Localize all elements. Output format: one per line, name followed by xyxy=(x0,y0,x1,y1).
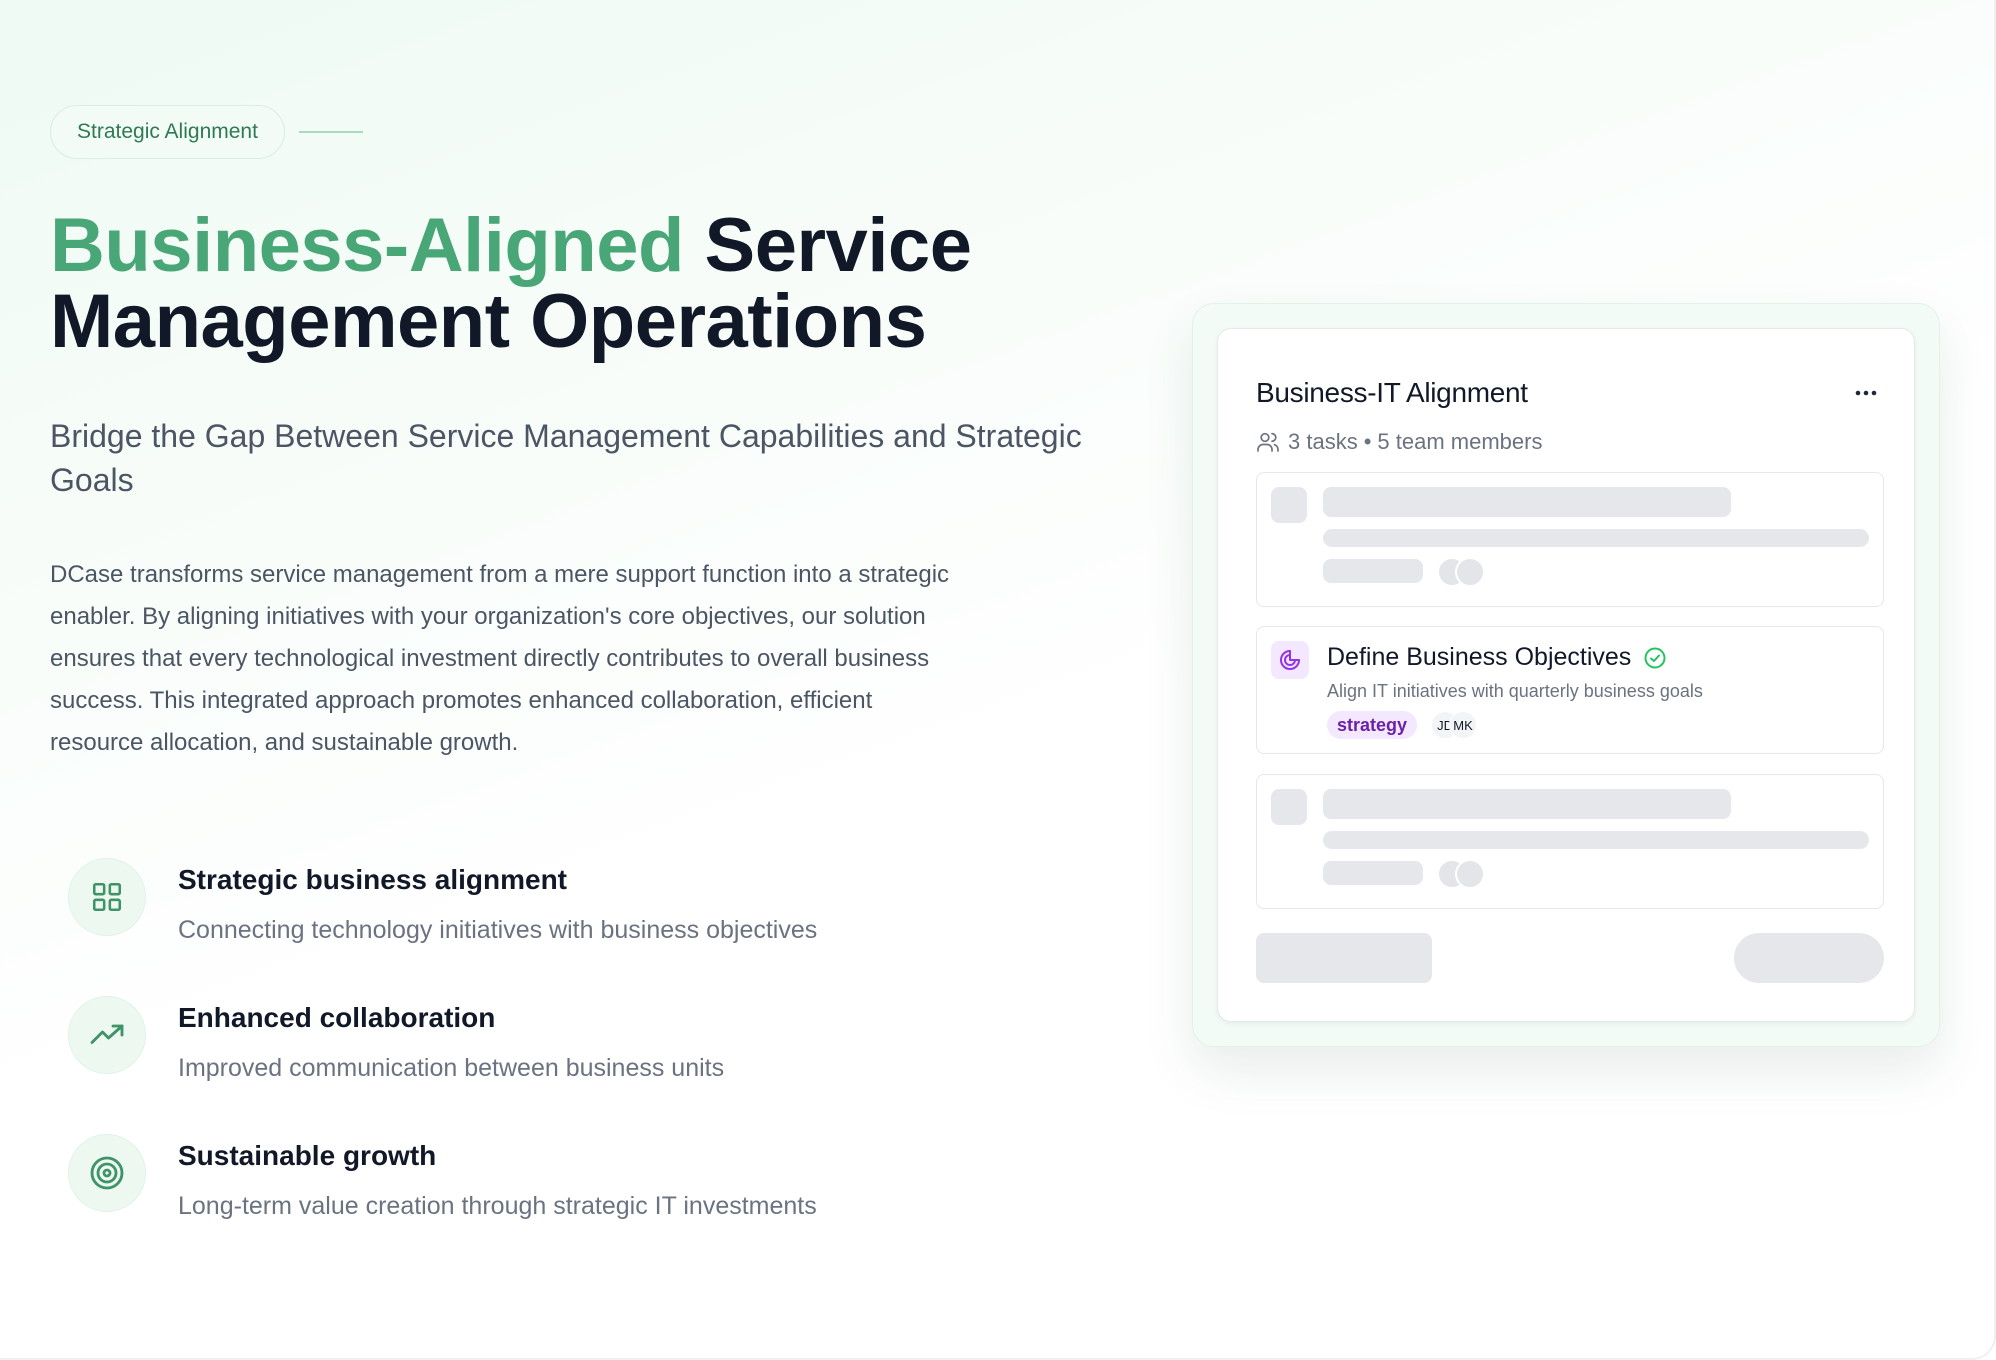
skeleton-icon xyxy=(1271,789,1307,825)
hero-subtitle: Bridge the Gap Between Service Managemen… xyxy=(50,418,1082,498)
feature-title: Enhanced collaboration xyxy=(178,1002,496,1033)
card-title: Business-IT Alignment xyxy=(1256,377,1528,408)
skeleton-button xyxy=(1256,933,1432,983)
hero-body: DCase transforms service management from… xyxy=(50,561,950,756)
skeleton-line xyxy=(1323,789,1731,819)
eyebrow-pill: Strategic Alignment xyxy=(50,105,285,159)
users-icon xyxy=(1257,432,1279,452)
section-eyebrow: Strategic Alignment xyxy=(50,105,363,159)
skeleton-line xyxy=(1323,487,1731,517)
task-skeleton xyxy=(1256,472,1884,607)
target-icon xyxy=(68,1134,146,1212)
task-desc: Align IT initiatives with quarterly busi… xyxy=(1327,681,1703,701)
skeleton-icon xyxy=(1271,487,1307,523)
skeleton-line xyxy=(1323,529,1869,547)
chart-pie-icon xyxy=(1271,641,1309,679)
trending-up-icon xyxy=(68,996,146,1074)
skeleton-tag xyxy=(1323,861,1423,885)
skeleton-button xyxy=(1734,933,1884,983)
feature-title: Strategic business alignment xyxy=(178,864,567,895)
card-meta: 3 tasks • 5 team members xyxy=(1256,429,1542,455)
member-count: 5 team members xyxy=(1377,429,1543,454)
task-count: 3 tasks xyxy=(1288,429,1358,454)
feature-item: Strategic business alignment Connecting … xyxy=(68,858,1068,996)
task-title-text: Define Business Objectives xyxy=(1327,643,1632,671)
assignee-avatars: JD MK xyxy=(1431,711,1478,739)
check-circle-icon xyxy=(1644,647,1666,668)
meta-separator: • xyxy=(1363,429,1372,454)
skeleton-avatar xyxy=(1455,557,1485,587)
feature-item: Sustainable growth Long-term value creat… xyxy=(68,1134,1068,1272)
task-skeleton xyxy=(1256,774,1884,909)
feature-item: Enhanced collaboration Improved communic… xyxy=(68,996,1068,1134)
hero-title-accent: Business-Aligned xyxy=(50,203,684,288)
task-item[interactable]: Define Business Objectives Align IT init… xyxy=(1256,626,1884,754)
avatar: MK xyxy=(1449,711,1478,739)
feature-desc: Long-term value creation through strateg… xyxy=(178,1192,817,1220)
skeleton-avatar xyxy=(1455,859,1485,889)
task-tag: strategy xyxy=(1327,711,1418,739)
task-footer: strategy JD MK xyxy=(1327,711,1478,739)
alignment-card: Business-IT Alignment 3 tasks • 5 team m… xyxy=(1217,328,1915,1022)
eyebrow-divider xyxy=(298,131,363,133)
hero-title: Business-Aligned Service Management Oper… xyxy=(50,208,972,360)
hero-title-part-1: Service xyxy=(704,203,972,288)
hero-title-part-2: Management Operations xyxy=(50,279,927,364)
page: Strategic Alignment Business-Aligned Ser… xyxy=(0,0,1996,1360)
preview-card-frame: Business-IT Alignment 3 tasks • 5 team m… xyxy=(1192,303,1940,1047)
feature-list: Strategic business alignment Connecting … xyxy=(68,858,1068,1272)
more-horizontal-icon xyxy=(1855,390,1877,396)
task-title: Define Business Objectives xyxy=(1327,643,1667,672)
grid-icon xyxy=(68,858,146,936)
feature-desc: Connecting technology initiatives with b… xyxy=(178,916,818,944)
skeleton-tag xyxy=(1323,559,1423,583)
skeleton-line xyxy=(1323,831,1869,849)
feature-desc: Improved communication between business … xyxy=(178,1054,725,1082)
more-options-button[interactable] xyxy=(1846,373,1886,413)
feature-title: Sustainable growth xyxy=(178,1140,437,1171)
